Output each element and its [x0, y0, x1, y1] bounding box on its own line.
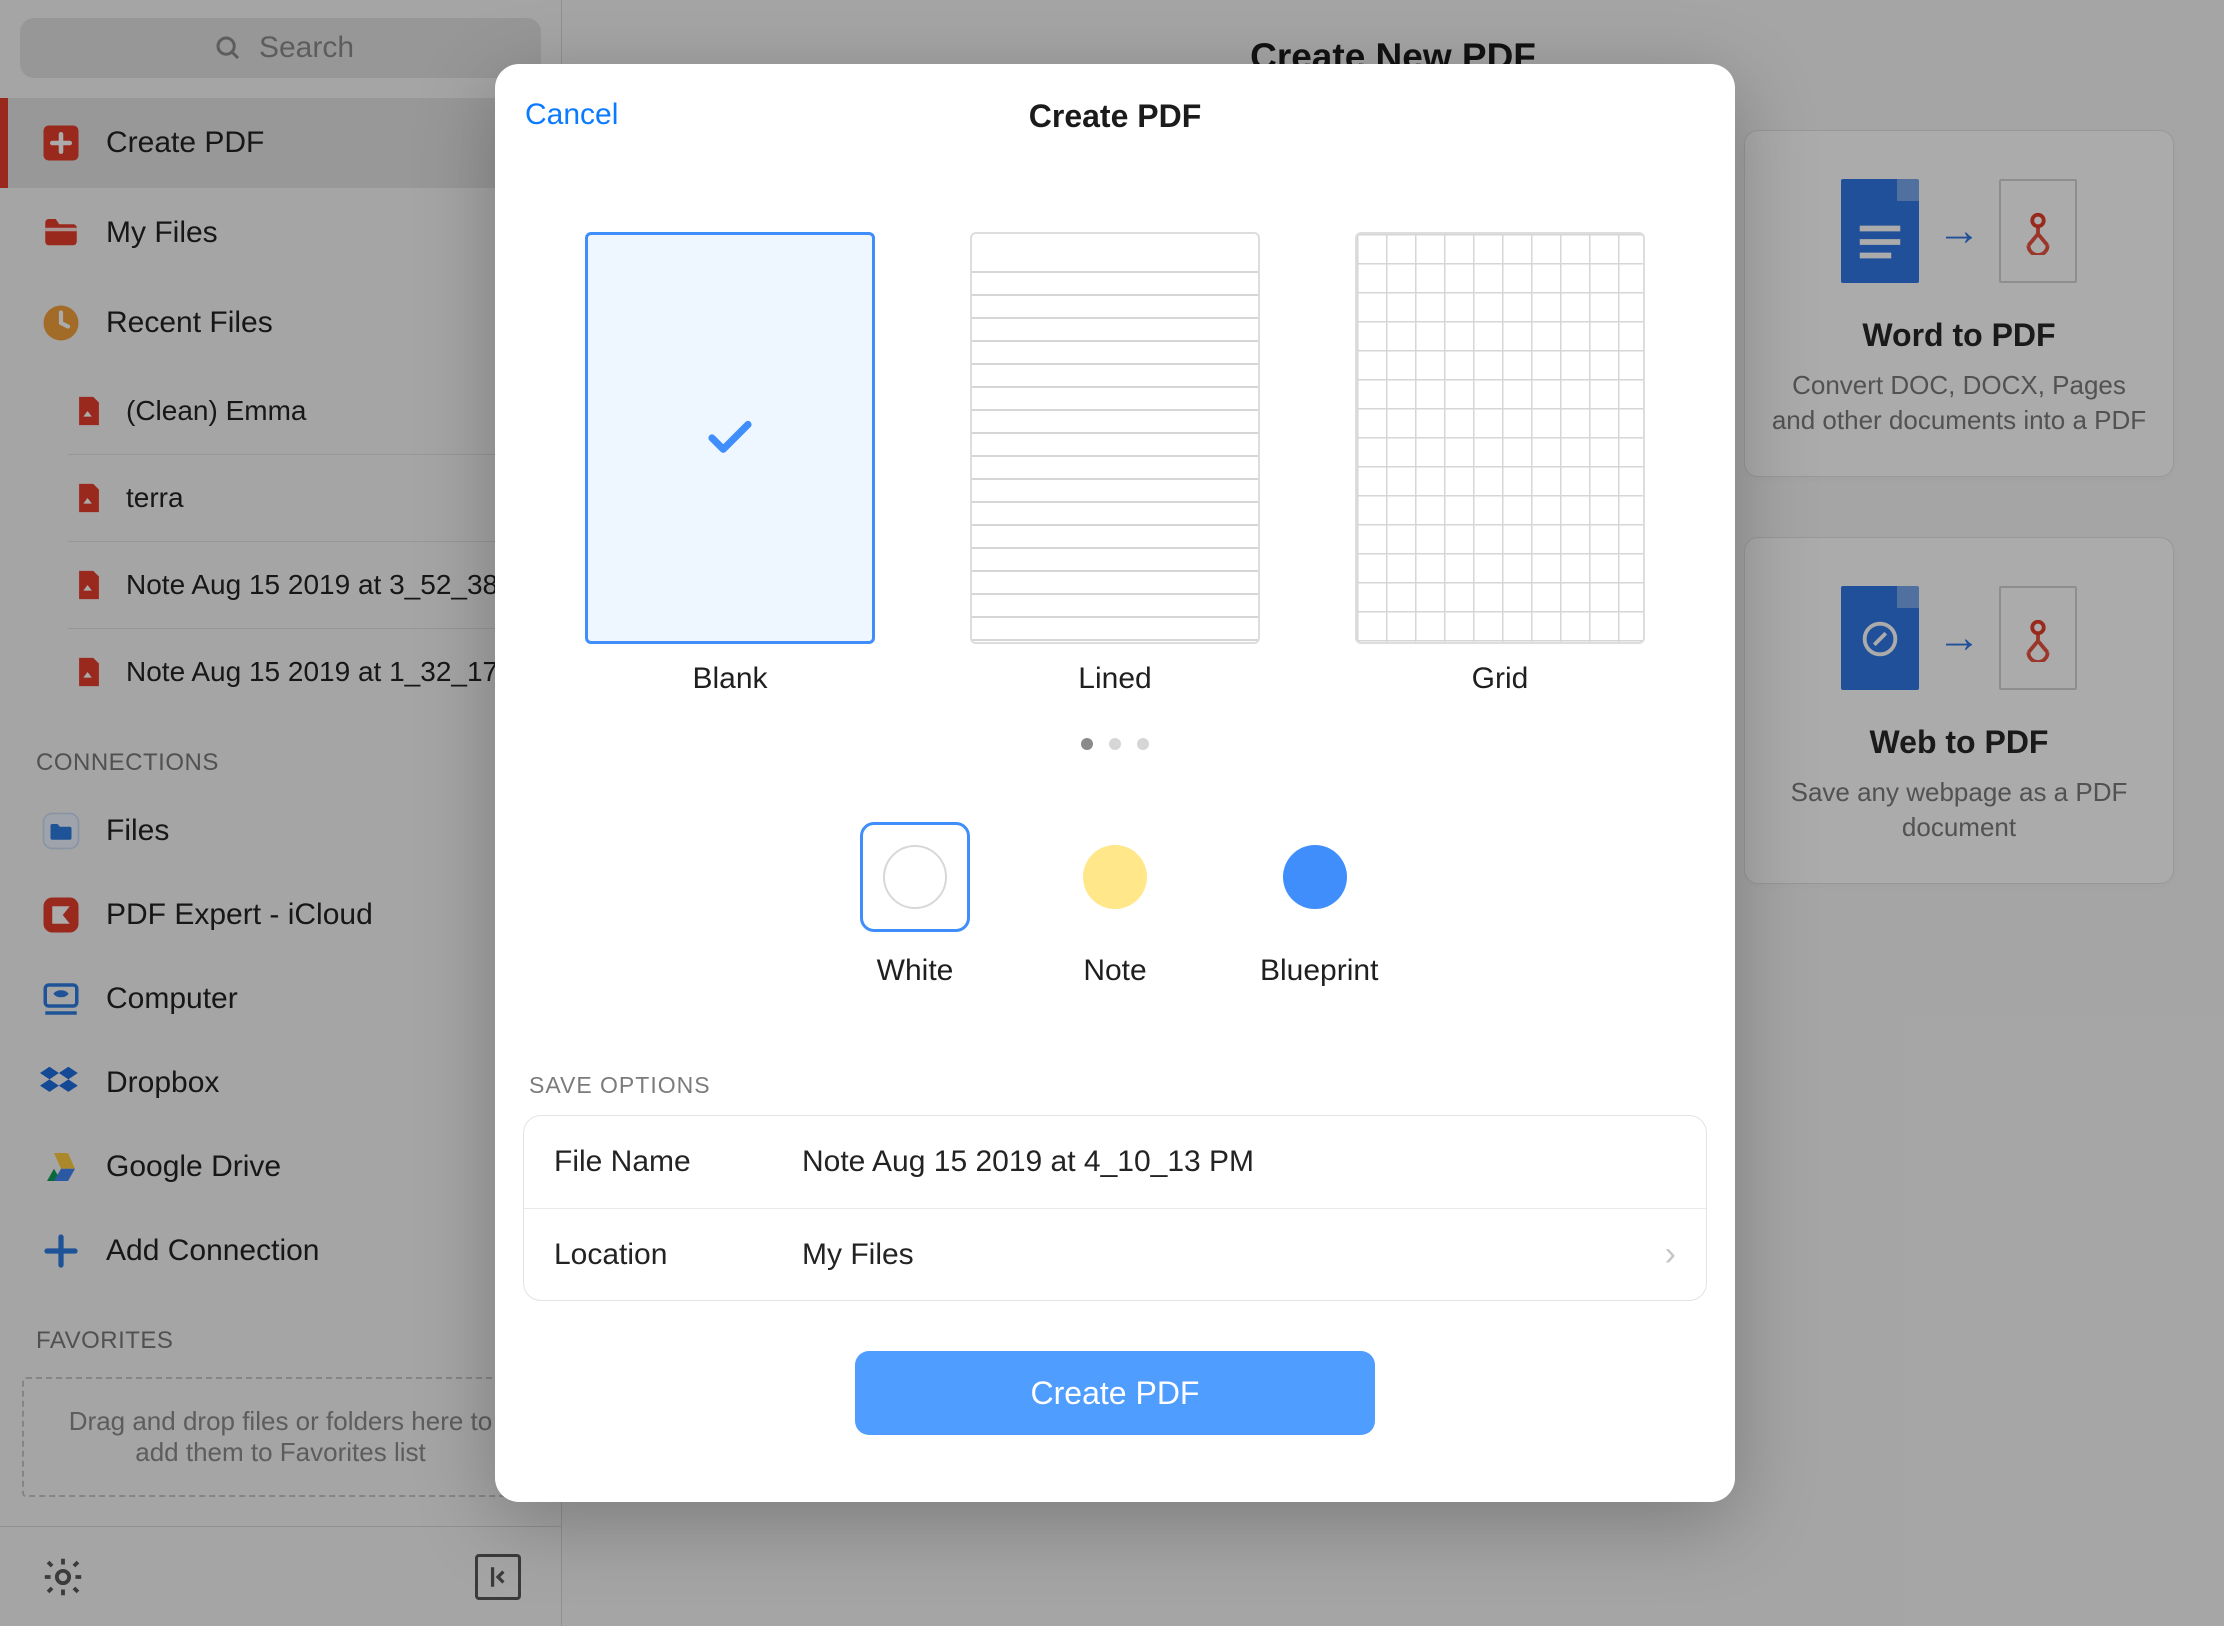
- swatch-label: Blueprint: [1260, 954, 1370, 988]
- modal-title: Create PDF: [495, 98, 1735, 135]
- template-label: Lined: [970, 662, 1260, 696]
- color-picker: White Note Blueprint: [495, 822, 1735, 988]
- page-dots: [495, 738, 1735, 750]
- filename-key: File Name: [554, 1145, 776, 1179]
- swatch-color: [883, 845, 947, 909]
- template-picker: Blank Lined Grid: [495, 232, 1735, 696]
- swatch-blueprint[interactable]: Blueprint: [1260, 822, 1370, 988]
- filename-value: Note Aug 15 2019 at 4_10_13 PM: [802, 1145, 1676, 1179]
- template-lined[interactable]: Lined: [970, 232, 1260, 696]
- filename-row[interactable]: File Name Note Aug 15 2019 at 4_10_13 PM: [524, 1116, 1706, 1208]
- swatch-note[interactable]: Note: [1060, 822, 1170, 988]
- dot[interactable]: [1109, 738, 1121, 750]
- save-options-box: File Name Note Aug 15 2019 at 4_10_13 PM…: [523, 1115, 1707, 1301]
- dot[interactable]: [1137, 738, 1149, 750]
- cancel-button[interactable]: Cancel: [525, 98, 618, 132]
- location-row[interactable]: Location My Files ›: [524, 1208, 1706, 1300]
- template-label: Blank: [585, 662, 875, 696]
- checkmark-icon: [703, 411, 757, 465]
- save-options-label: SAVE OPTIONS: [523, 1072, 1707, 1099]
- swatch-color: [1283, 845, 1347, 909]
- location-key: Location: [554, 1238, 776, 1272]
- template-label: Grid: [1355, 662, 1645, 696]
- chevron-right-icon: ›: [1665, 1235, 1676, 1274]
- location-value: My Files: [802, 1238, 1639, 1272]
- template-blank[interactable]: Blank: [585, 232, 875, 696]
- swatch-white[interactable]: White: [860, 822, 970, 988]
- template-grid[interactable]: Grid: [1355, 232, 1645, 696]
- create-pdf-button[interactable]: Create PDF: [855, 1351, 1375, 1435]
- swatch-label: Note: [1060, 954, 1170, 988]
- dot[interactable]: [1081, 738, 1093, 750]
- create-pdf-modal: Cancel Create PDF Blank Lined Grid White: [495, 64, 1735, 1502]
- swatch-label: White: [860, 954, 970, 988]
- swatch-color: [1083, 845, 1147, 909]
